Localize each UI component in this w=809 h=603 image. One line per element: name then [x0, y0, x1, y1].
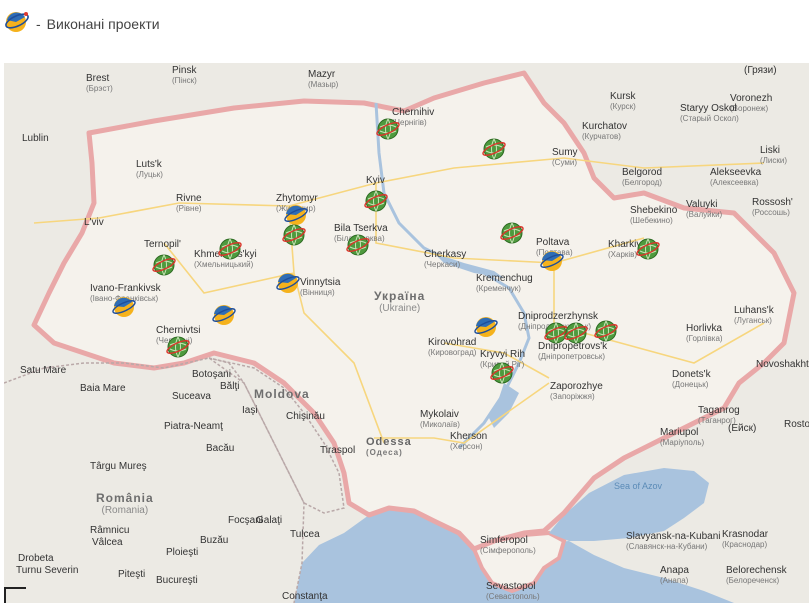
project-marker-logo-icon[interactable]	[112, 295, 136, 319]
city-label: Bălţi	[220, 381, 240, 392]
city-label: Valuyki (Валуйки)	[686, 199, 723, 219]
projects-map[interactable]: Україна (Ukraine) Moldova România (Roman…	[4, 63, 809, 603]
project-marker-globe-icon[interactable]	[636, 237, 660, 261]
city-label: Turnu Severin	[16, 565, 79, 576]
city-label: Horlivka (Горлівка)	[686, 323, 723, 343]
map-corner-handle[interactable]	[4, 587, 26, 603]
project-marker-globe-icon[interactable]	[564, 321, 588, 345]
city-label: Piteşti	[118, 569, 146, 580]
city-label: Anapa (Анапа)	[660, 565, 689, 585]
city-label: Bacău	[206, 443, 235, 454]
project-marker-logo-icon[interactable]	[212, 303, 236, 327]
city-label: Luhans'k (Луганськ)	[734, 305, 774, 325]
city-label: Rivne (Рівне)	[176, 193, 202, 213]
project-marker-globe-icon[interactable]	[376, 117, 400, 141]
city-label: Satu Mare	[20, 365, 67, 376]
city-label: Belorechensk (Белореченск)	[726, 565, 787, 585]
city-label: Novoshakhtinsk	[756, 359, 809, 370]
city-label: Lublin	[22, 133, 49, 144]
city-label: Bucureşti	[156, 575, 198, 586]
project-marker-globe-icon[interactable]	[594, 319, 618, 343]
city-label: (Грязи)	[744, 65, 777, 76]
project-marker-globe-icon[interactable]	[218, 237, 242, 261]
city-label: Baia Mare	[80, 383, 126, 394]
project-marker-globe-icon[interactable]	[490, 361, 514, 385]
city-label: Donets'k (Донецьк)	[672, 369, 711, 389]
page-header: - Виконані проекти	[0, 0, 809, 60]
project-marker-globe-icon[interactable]	[166, 335, 190, 359]
sea-label-azov: Sea of Azov	[614, 481, 663, 491]
title-separator: -	[36, 16, 41, 32]
city-label: Cherkasy (Черкаси)	[424, 249, 467, 269]
city-label: Tiraspol	[320, 445, 356, 456]
city-label: Liski (Лиски)	[760, 145, 788, 165]
city-label: Alekseevka (Алексеевка)	[710, 167, 762, 187]
city-label: Rossosh' (Россошь)	[752, 197, 793, 217]
city-label: Kurchatov (Курчатов)	[582, 121, 628, 141]
city-label: Rosto	[784, 419, 809, 430]
city-label: Belgorod (Белгород)	[622, 167, 663, 187]
project-marker-globe-icon[interactable]	[346, 233, 370, 257]
project-marker-globe-icon[interactable]	[152, 253, 176, 277]
company-logo-icon	[5, 12, 29, 32]
city-label: Sevastopol (Севастополь)	[486, 581, 540, 601]
city-label: Piatra-Neamţ	[164, 421, 223, 432]
project-marker-globe-icon[interactable]	[364, 189, 388, 213]
project-marker-logo-icon[interactable]	[474, 315, 498, 339]
project-marker-globe-icon[interactable]	[282, 223, 306, 247]
city-label: Brest (Брэст)	[86, 73, 113, 93]
city-label: Suceava	[172, 391, 211, 402]
city-label: Odessa (Одеса)	[366, 436, 412, 458]
city-label: (Ейск)	[728, 423, 757, 434]
city-label: Ternopil'	[144, 239, 181, 250]
city-label: Buzău	[200, 535, 229, 546]
city-label: Sumy (Суми)	[552, 147, 578, 167]
city-label: Constanţa	[282, 591, 328, 602]
city-label: Mykolaiv (Миколаїв)	[420, 409, 460, 429]
city-label: Kyiv	[366, 175, 385, 186]
city-label: Mariupol (Маріуполь)	[660, 427, 705, 447]
project-marker-logo-icon[interactable]	[276, 271, 300, 295]
city-label: Staryy Oskol (Старый Оскол)	[680, 103, 739, 123]
project-marker-globe-icon[interactable]	[482, 137, 506, 161]
city-label: Kremenchug (Кременчук)	[476, 273, 533, 293]
city-label: Krasnodar (Краснодар)	[722, 529, 769, 549]
city-label: Ploieşti	[166, 547, 199, 558]
city-label: Shebekino (Шебекино)	[630, 205, 678, 225]
city-label: Slavyansk-na-Kubani (Славянск-на-Кубани)	[626, 531, 721, 551]
city-label: Pinsk (Пінск)	[172, 65, 197, 85]
title-text: Виконані проекти	[46, 16, 160, 32]
city-label: Târgu Mureş	[90, 461, 147, 472]
region-label-moldova: Moldova	[254, 387, 310, 401]
city-label: Botoşani	[192, 369, 231, 380]
page-title: - Виконані проекти	[36, 16, 160, 32]
region-label-romania: România (Romania)	[96, 491, 154, 516]
city-label: Kursk (Курск)	[610, 91, 636, 111]
city-label: Iaşi	[242, 405, 258, 416]
city-label: Chişinău	[286, 411, 325, 422]
city-label: Vinnytsia (Вінниця)	[300, 277, 341, 297]
city-label: Galaţi	[256, 515, 283, 526]
project-marker-logo-icon[interactable]	[540, 249, 564, 273]
city-label: Kherson (Херсон)	[450, 431, 488, 451]
city-label: Kirovohrad (Кировоград)	[428, 337, 477, 357]
city-label: L'viv	[84, 217, 104, 228]
city-label: Vâlcea	[92, 537, 123, 548]
city-label: Luts'k (Луцьк)	[136, 159, 163, 179]
city-label: Drobeta	[18, 553, 54, 564]
city-label: Mazyr (Мазыр)	[308, 69, 339, 89]
project-marker-globe-icon[interactable]	[500, 221, 524, 245]
city-label: Tulcea	[290, 529, 320, 540]
city-label: Simferopol (Сімферополь)	[480, 535, 536, 555]
city-label: Taganrog (Таганрог)	[698, 405, 740, 425]
city-label: Râmnicu	[90, 525, 130, 536]
country-label: Україна (Ukraine)	[374, 289, 426, 314]
city-label: Zaporozhye (Запоріжжя)	[550, 381, 603, 401]
